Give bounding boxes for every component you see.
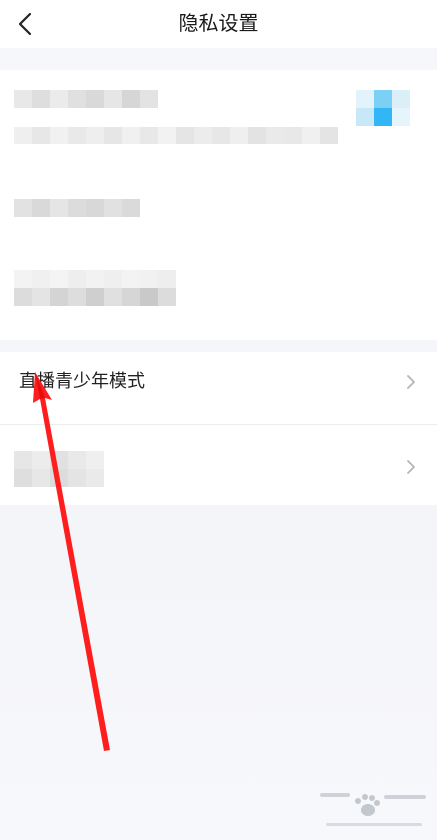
- obscured-text: [14, 451, 104, 487]
- obscured-settings-row[interactable]: [0, 425, 437, 505]
- obscured-text: [14, 199, 140, 217]
- obscured-text: [14, 127, 338, 144]
- obscured-toggle[interactable]: [356, 90, 410, 126]
- page-title: 隐私设置: [178, 11, 259, 35]
- baidu-paw-icon: [320, 793, 426, 826]
- live-teen-mode-label: 直播青少年模式: [19, 371, 145, 392]
- nav-bar: 隐私设置: [0, 0, 437, 48]
- obscured-text: [14, 90, 158, 108]
- obscured-text: [14, 270, 176, 288]
- privacy-options-card: [0, 70, 437, 340]
- chevron-right-icon: [407, 460, 415, 474]
- obscured-text: [14, 288, 176, 306]
- chevron-right-icon: [407, 375, 415, 389]
